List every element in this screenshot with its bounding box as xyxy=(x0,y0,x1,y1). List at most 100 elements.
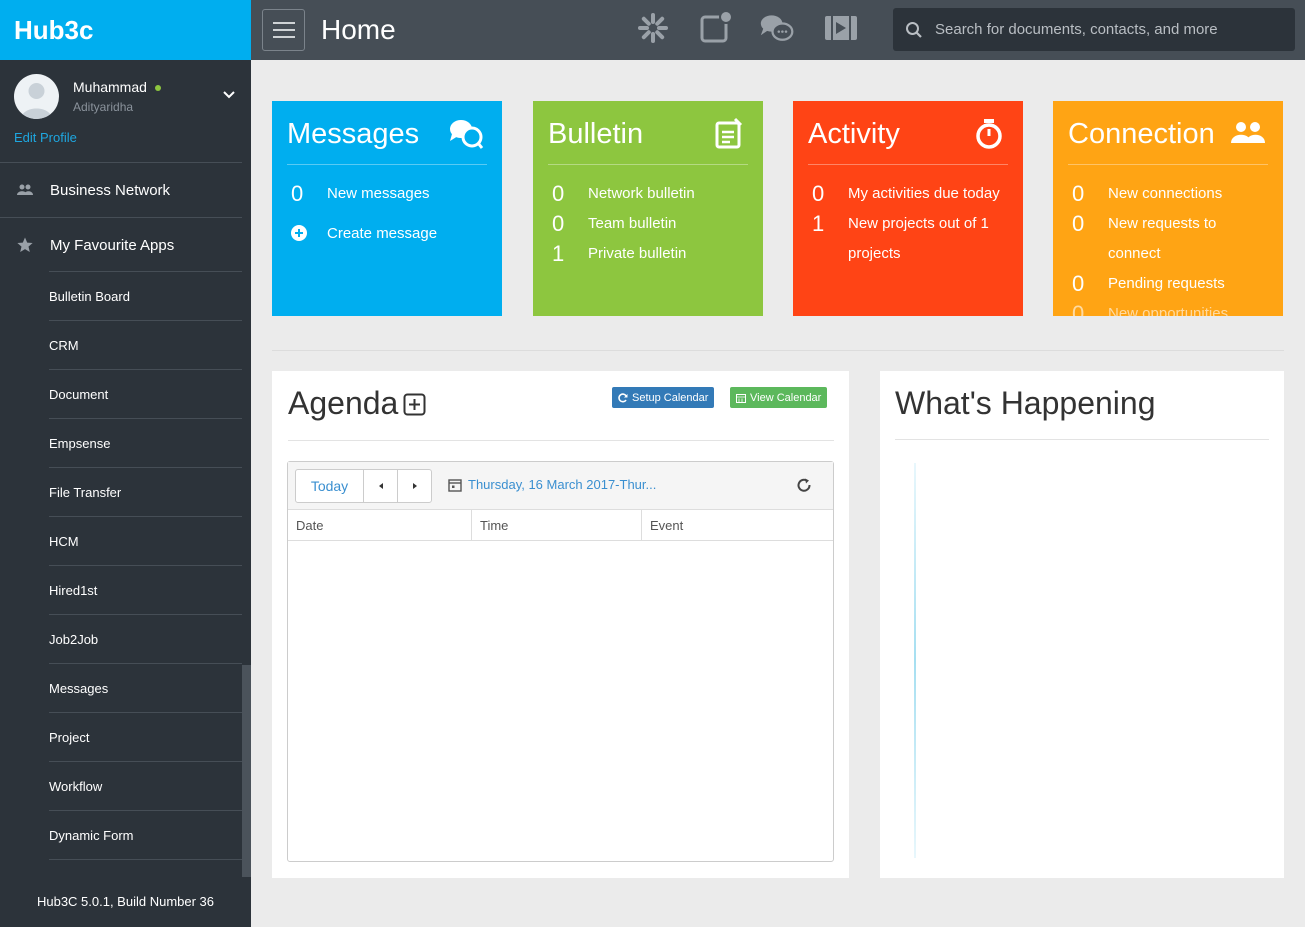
messages-tile[interactable]: Messages 0 New messages Create message xyxy=(272,101,502,316)
search-icon xyxy=(906,21,922,38)
app-item-hired1st[interactable]: Hired1st xyxy=(49,566,242,615)
calendar-column-headers: Date Time Event xyxy=(288,510,833,541)
count: 0 xyxy=(1072,271,1085,296)
sidebar-scroll-thumb[interactable] xyxy=(242,665,251,877)
app-item-bulletin-board[interactable]: Bulletin Board xyxy=(49,272,242,321)
sidebar-item-business-network[interactable]: Business Network xyxy=(0,163,242,217)
divider xyxy=(287,164,487,165)
edit-profile-link[interactable]: Edit Profile xyxy=(14,130,77,145)
count: 0 xyxy=(552,211,565,236)
count: 0 xyxy=(1072,301,1085,316)
app-item-workflow[interactable]: Workflow xyxy=(49,762,242,811)
search-input[interactable] xyxy=(935,21,1275,38)
row-label: New opportunities xyxy=(1108,305,1229,316)
activity-tile[interactable]: Activity 0 My activities due today 1 New p… xyxy=(793,101,1023,316)
row-label: Network bulletin xyxy=(588,185,695,202)
sidebar: Hub3c Muhammad Adityaridha Edit Profile … xyxy=(0,0,251,927)
app-item-empsense[interactable]: Empsense xyxy=(49,419,242,468)
count: 1 xyxy=(552,241,565,266)
brand-logo[interactable]: Hub3c xyxy=(0,0,251,60)
brand-name: Hub3c xyxy=(14,14,94,45)
add-agenda-icon[interactable] xyxy=(403,393,426,416)
row-label: New projects out of 1 projects xyxy=(848,215,989,262)
today-button[interactable]: Today xyxy=(295,469,364,503)
app-item-messages[interactable]: Messages xyxy=(49,664,242,713)
users-icon xyxy=(1231,122,1265,143)
section-divider xyxy=(272,350,1284,351)
chat-icon xyxy=(450,120,484,149)
tile-row-network-bulletin[interactable]: 0 Network bulletin xyxy=(548,179,748,209)
tile-row-activities-due[interactable]: 0 My activities due today xyxy=(808,179,1008,209)
date-range-picker[interactable]: Thursday, 16 March 2017-Thur... xyxy=(448,477,656,492)
calendar-icon xyxy=(448,478,462,492)
tile-row-new-connections[interactable]: 0 New connections xyxy=(1068,179,1268,209)
notification-icon[interactable] xyxy=(698,10,734,46)
view-calendar-button[interactable]: View Calendar xyxy=(730,387,828,408)
divider xyxy=(895,439,1269,440)
connection-tile[interactable]: Connection 0 New connections 0 New request… xyxy=(1053,101,1283,316)
plus-circle-icon xyxy=(287,219,327,249)
tile-row-new-messages[interactable]: 0 New messages xyxy=(287,179,487,209)
refresh-icon xyxy=(618,392,628,402)
divider xyxy=(548,164,748,165)
app-item-crm[interactable]: CRM xyxy=(49,321,242,370)
user-username: Adityaridha xyxy=(73,100,134,114)
app-item-job2job[interactable]: Job2Job xyxy=(49,615,242,664)
row-label: Pending requests xyxy=(1108,275,1225,292)
users-icon xyxy=(16,184,34,196)
refresh-icon[interactable] xyxy=(795,477,813,495)
search-box xyxy=(893,8,1295,51)
tile-row-new-projects[interactable]: 1 New projects out of 1 projects xyxy=(808,209,1008,269)
column-header-event: Event xyxy=(650,518,684,533)
tile-row-new-requests[interactable]: 0 New requests to connect xyxy=(1068,209,1268,269)
prev-button[interactable] xyxy=(363,469,398,503)
button-label: View Calendar xyxy=(750,391,822,404)
chat-icon[interactable] xyxy=(759,10,795,46)
pinwheel-icon[interactable] xyxy=(635,10,671,46)
divider xyxy=(808,164,1008,165)
app-item-project[interactable]: Project xyxy=(49,713,242,762)
next-button[interactable] xyxy=(397,469,432,503)
caret-left-icon xyxy=(378,483,383,489)
count: 0 xyxy=(552,181,565,206)
row-label: New requests to connect xyxy=(1108,215,1217,262)
create-message-button[interactable]: Create message xyxy=(287,219,487,249)
chevron-down-icon[interactable] xyxy=(220,86,238,104)
count: 1 xyxy=(812,211,825,236)
count: 0 xyxy=(1072,211,1085,236)
user-name: Muhammad xyxy=(73,79,161,95)
tile-row-new-opportunities[interactable]: 0 New opportunities xyxy=(1068,299,1268,316)
divider xyxy=(288,440,834,441)
app-item-dynamic-form[interactable]: Dynamic Form xyxy=(49,811,242,860)
count: 0 xyxy=(812,181,825,206)
tile-row-team-bulletin[interactable]: 0 Team bulletin xyxy=(548,209,748,239)
count: 0 xyxy=(291,181,304,206)
calendar-icon xyxy=(736,393,746,403)
bulletin-tile[interactable]: Bulletin 0 Network bulletin 0 Team bulleti… xyxy=(533,101,763,316)
app-item-document[interactable]: Document xyxy=(49,370,242,419)
stopwatch-icon xyxy=(976,119,1002,149)
calendar-toolbar: Today Thursday, 16 March 2017-Thur... xyxy=(288,462,833,510)
agenda-title: Agenda xyxy=(288,385,399,421)
tile-row-private-bulletin[interactable]: 1 Private bulletin xyxy=(548,239,748,269)
menu-toggle-button[interactable] xyxy=(262,9,305,51)
sidebar-item-label: My Favourite Apps xyxy=(50,236,175,254)
avatar[interactable] xyxy=(14,74,59,119)
video-icon[interactable] xyxy=(823,10,859,46)
edit-note-icon xyxy=(715,117,743,149)
sidebar-item-favourite-apps[interactable]: My Favourite Apps xyxy=(0,218,242,272)
tile-row-pending-requests[interactable]: 0 Pending requests xyxy=(1068,269,1268,299)
row-label: New connections xyxy=(1108,185,1223,202)
date-range-label: Thursday, 16 March 2017-Thur... xyxy=(468,477,657,492)
column-header-date: Date xyxy=(296,518,324,533)
profile-panel: Muhammad Adityaridha xyxy=(0,60,251,163)
column-header-time: Time xyxy=(480,518,509,533)
app-item-hcm[interactable]: HCM xyxy=(49,517,242,566)
divider xyxy=(1068,164,1268,165)
online-status-dot xyxy=(154,85,161,92)
row-label: Private bulletin xyxy=(588,245,687,262)
setup-calendar-button[interactable]: Setup Calendar xyxy=(612,387,715,408)
top-bar: Home xyxy=(251,0,1305,60)
app-item-file-transfer[interactable]: File Transfer xyxy=(49,468,242,517)
agenda-calendar: Today Thursday, 16 March 2017-Thur... Da… xyxy=(287,461,834,862)
